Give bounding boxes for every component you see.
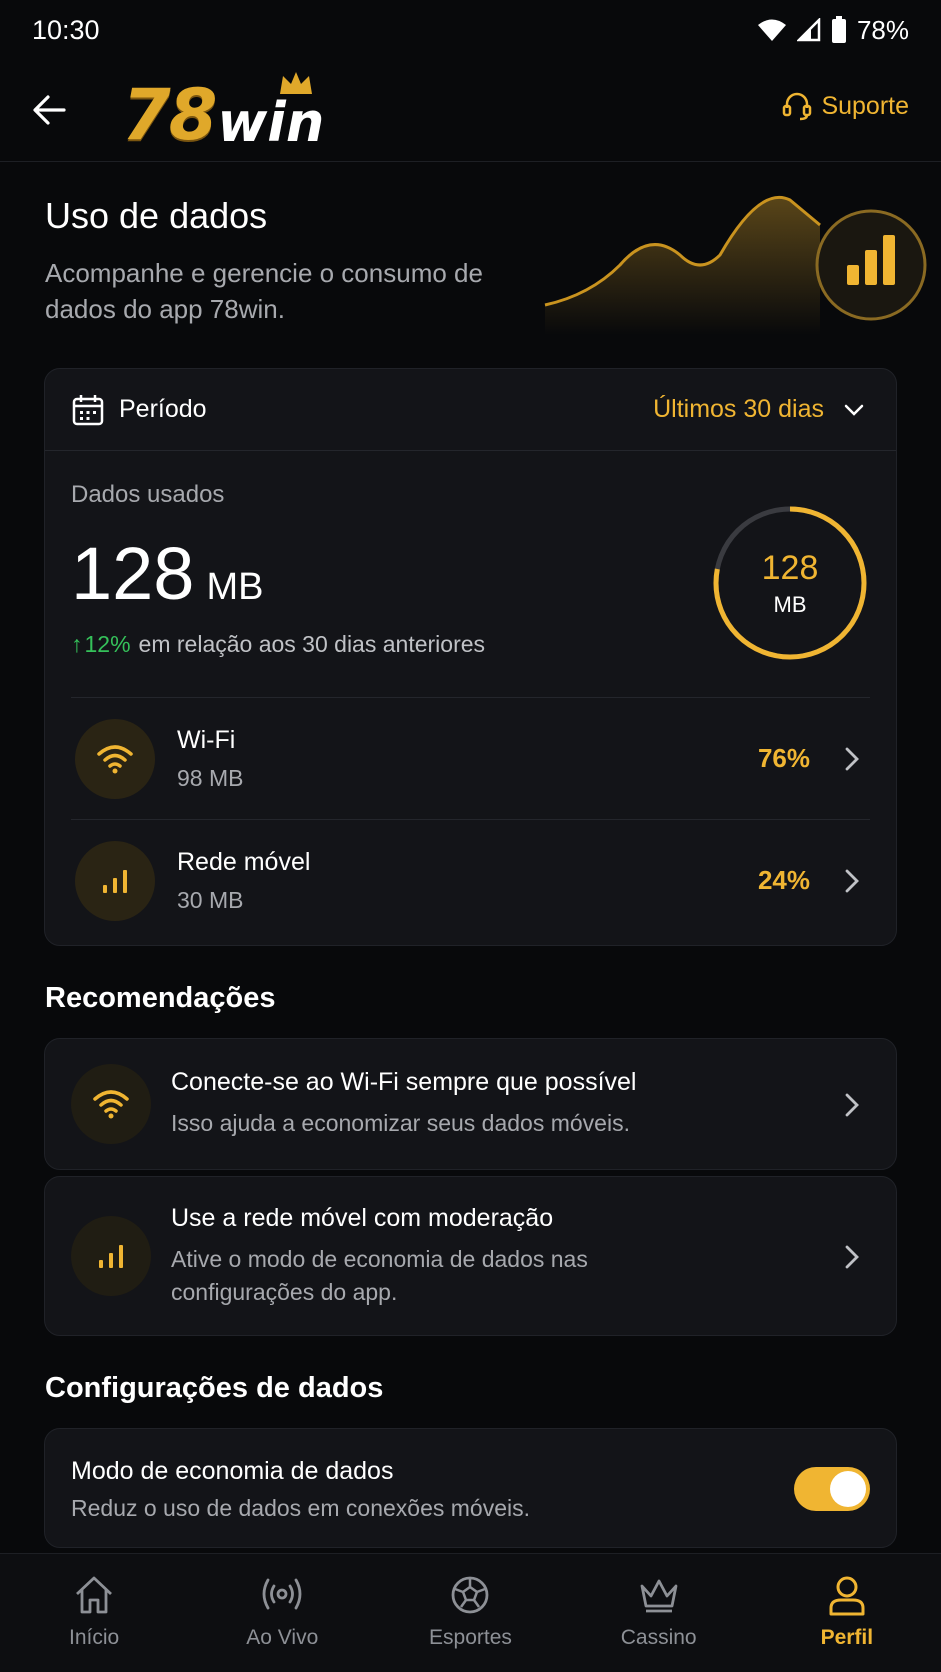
usage-unit: MB	[206, 566, 264, 608]
signal-bars-icon	[103, 869, 127, 893]
nav-label: Início	[68, 1626, 120, 1649]
signal-icon-badge	[71, 1216, 151, 1296]
chevron-right-icon	[845, 1093, 859, 1117]
wifi-icon-badge	[71, 1064, 151, 1144]
period-selector[interactable]: Período Últimos 30 dias	[45, 369, 896, 451]
recommendation-desc: Ative o modo de economia de dados nas co…	[171, 1245, 588, 1305]
nav-label: Esportes	[429, 1626, 512, 1649]
support-label: Suporte	[821, 91, 909, 120]
usage-label: Dados usados	[71, 481, 225, 508]
nav-label: Cassino	[620, 1626, 697, 1649]
connection-name: Wi-Fi	[177, 725, 236, 754]
recommendation-text: Conecte-se ao Wi-Fi sempre que possível …	[171, 1068, 636, 1140]
hero-section: Uso de dados Acompanhe e gerencie o cons…	[45, 195, 927, 345]
period-label: Período	[119, 395, 207, 423]
recommendation-card-wifi[interactable]: Conecte-se ao Wi-Fi sempre que possível …	[44, 1038, 897, 1170]
wifi-icon	[97, 744, 133, 773]
logo-number: 78	[122, 74, 217, 156]
period-dropdown[interactable]: Últimos 30 dias	[653, 395, 866, 424]
user-icon	[829, 1576, 865, 1616]
usage-total: 128 MB	[71, 531, 263, 616]
ring-label: 128 MB	[710, 503, 870, 663]
data-saver-desc: Reduz o uso de dados em conexões móveis.	[71, 1495, 530, 1521]
connection-size: 30 MB	[177, 886, 244, 913]
toggle-knob	[830, 1471, 866, 1507]
recommendation-desc: Isso ajuda a economizar seus dados móvei…	[171, 1110, 630, 1136]
chevron-right-icon	[845, 747, 859, 770]
connection-percent: 76%	[757, 743, 810, 773]
connection-row-mobile[interactable]: Rede móvel 30 MB 24%	[71, 819, 870, 941]
nav-label: Perfil	[820, 1626, 874, 1649]
wifi-icon-badge	[75, 718, 155, 799]
home-icon	[76, 1576, 113, 1614]
usage-card: Período Últimos 30 dias Dados usados 128…	[44, 368, 897, 946]
data-saver-toggle[interactable]	[794, 1467, 870, 1511]
brand-logo[interactable]: 78 win	[122, 70, 324, 150]
soccer-ball-icon	[452, 1576, 489, 1614]
support-button[interactable]: Suporte	[781, 90, 909, 122]
headset-icon	[783, 92, 812, 121]
recommendation-title: Use a rede móvel com moderação	[171, 1203, 554, 1232]
connection-size: 98 MB	[177, 764, 244, 791]
data-saver-text: Modo de economia de dados Reduz o uso de…	[71, 1457, 530, 1525]
data-saver-title: Modo de economia de dados	[71, 1457, 394, 1485]
recommendation-title: Conecte-se ao Wi-Fi sempre que possível	[171, 1068, 637, 1096]
nav-item-esportes[interactable]: Esportes	[376, 1554, 564, 1672]
recommendations-title: Recomendações	[45, 982, 276, 1014]
data-growth-illustration	[544, 195, 927, 335]
period-label-group: Período	[71, 393, 207, 427]
data-saver-card: Modo de economia de dados Reduz o uso de…	[44, 1428, 897, 1548]
nav-item-perfil[interactable]: Perfil	[753, 1554, 941, 1672]
status-indicators: 78%	[757, 15, 909, 46]
ring-unit: MB	[773, 591, 807, 617]
cell-signal-icon	[796, 18, 821, 42]
period-value: Últimos 30 dias	[653, 395, 824, 423]
change-text: em relação aos 30 dias anteriores	[138, 631, 486, 657]
arrow-left-icon	[33, 95, 66, 125]
recommendation-card-mobile[interactable]: Use a rede móvel com moderação Ative o m…	[44, 1176, 897, 1336]
status-bar: 10:30 78%	[0, 0, 941, 60]
battery-level: 78%	[856, 14, 909, 45]
connection-row-wifi[interactable]: Wi-Fi 98 MB 76%	[71, 697, 870, 819]
chevron-right-icon	[845, 869, 859, 892]
back-button[interactable]	[28, 88, 72, 132]
wifi-status-icon	[757, 19, 786, 41]
change-percent: 12%	[84, 631, 131, 657]
usage-summary: Dados usados 128 MB ↑ 12% em relação aos…	[45, 451, 896, 697]
battery-icon	[831, 16, 846, 43]
change-arrow-icon: ↑	[71, 631, 83, 657]
status-time: 10:30	[32, 14, 100, 45]
logo-word: win	[217, 72, 324, 150]
connection-percent: 24%	[757, 865, 810, 895]
calendar-icon	[72, 394, 104, 425]
connection-info: Rede móvel 30 MB	[177, 848, 310, 914]
chevron-right-icon	[845, 1245, 859, 1269]
crown-icon	[640, 1579, 678, 1613]
live-broadcast-icon	[262, 1578, 302, 1610]
nav-item-ao-vivo[interactable]: Ao Vivo	[188, 1554, 376, 1672]
signal-icon-badge	[75, 840, 155, 921]
crown-icon	[280, 72, 313, 94]
settings-title: Configurações de dados	[45, 1372, 384, 1404]
bottom-nav: Início Ao Vivo Esportes Cassino Perfil	[0, 1553, 941, 1672]
usage-change: ↑ 12% em relação aos 30 dias anteriores	[71, 631, 485, 658]
nav-item-inicio[interactable]: Início	[0, 1554, 188, 1672]
connection-name: Rede móvel	[177, 847, 311, 876]
wifi-icon	[93, 1090, 129, 1119]
recommendation-text: Use a rede móvel com moderação Ative o m…	[171, 1204, 731, 1309]
ring-value: 128	[761, 548, 819, 587]
nav-label: Ao Vivo	[246, 1626, 319, 1649]
logo-word-text: win	[217, 91, 325, 154]
chevron-down-icon	[844, 404, 864, 416]
connection-info: Wi-Fi 98 MB	[177, 726, 243, 792]
app-header: 78 win Suporte	[0, 60, 941, 162]
nav-item-cassino[interactable]: Cassino	[565, 1554, 753, 1672]
usage-number: 128	[71, 532, 195, 615]
signal-bars-icon	[99, 1245, 123, 1268]
page-subtitle: Acompanhe e gerencie o consumo de dados …	[45, 258, 483, 324]
